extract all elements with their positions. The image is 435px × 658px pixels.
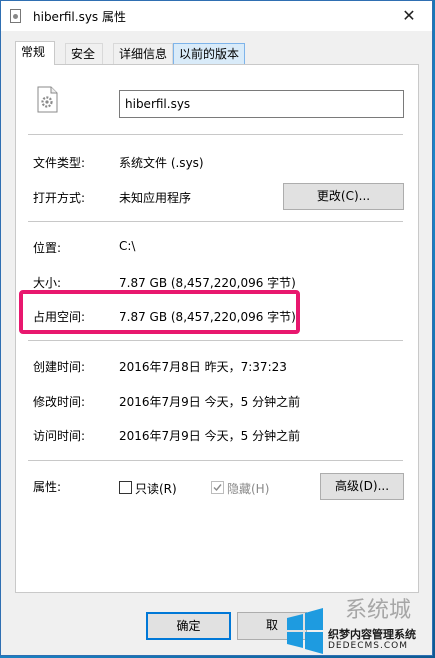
windows-logo-icon	[287, 608, 323, 654]
open-with-label: 打开方式:	[33, 191, 86, 205]
file-name-field[interactable]: hiberfil.sys	[119, 90, 404, 118]
file-type-label: 文件类型:	[33, 156, 86, 170]
readonly-checkbox[interactable]	[119, 481, 132, 494]
accessed-label: 访问时间:	[33, 429, 86, 443]
tab-bar: 常规 安全 详细信息 以前的版本	[15, 41, 415, 65]
attributes-label: 属性:	[33, 480, 62, 494]
tab-details[interactable]: 详细信息	[113, 43, 173, 64]
hidden-checkbox[interactable]	[211, 481, 224, 494]
divider	[28, 221, 403, 222]
highlight-frame	[19, 290, 300, 334]
watermark: 系统城 织梦内容管理系统 DEDECMS.COM	[283, 590, 435, 658]
hidden-label[interactable]: 隐藏(H)	[227, 480, 269, 497]
close-icon[interactable]: ✕	[386, 1, 432, 31]
system-file-icon	[37, 86, 58, 113]
divider	[28, 134, 403, 135]
window-title: hiberfil.sys 属性	[33, 10, 127, 24]
change-button[interactable]: 更改(C)...	[283, 183, 404, 210]
created-value: 2016年7月8日 昨天，7:37:23	[119, 360, 287, 374]
title-bar[interactable]: hiberfil.sys 属性 ✕	[1, 1, 432, 31]
tab-general[interactable]: 常规	[15, 41, 55, 65]
divider	[28, 340, 403, 341]
location-value: C:\	[119, 239, 136, 253]
modified-label: 修改时间:	[33, 395, 86, 409]
file-type-value: 系统文件 (.sys)	[119, 156, 204, 170]
watermark-site-name: 系统城	[345, 598, 412, 623]
watermark-title: 织梦内容管理系统	[328, 628, 416, 641]
size-label: 大小:	[33, 276, 62, 290]
tab-security[interactable]: 安全	[65, 43, 103, 64]
properties-dialog: hiberfil.sys 属性 ✕ 常规 安全 详细信息 以前的版本 hiber…	[0, 0, 433, 656]
open-with-value: 未知应用程序	[119, 191, 192, 205]
created-label: 创建时间:	[33, 360, 86, 374]
checkmark-icon	[213, 484, 222, 492]
location-label: 位置:	[33, 241, 62, 255]
size-value: 7.87 GB (8,457,220,096 字节)	[119, 276, 296, 290]
divider	[28, 460, 403, 461]
ok-button[interactable]: 确定	[146, 612, 231, 640]
advanced-button[interactable]: 高级(D)...	[320, 473, 404, 500]
watermark-domain: DEDECMS.COM	[328, 641, 408, 651]
readonly-label[interactable]: 只读(R)	[135, 480, 177, 497]
accessed-value: 2016年7月9日 今天，5 分钟之前	[119, 429, 301, 443]
modified-value: 2016年7月9日 今天，5 分钟之前	[119, 395, 301, 409]
tab-previous-versions[interactable]: 以前的版本	[173, 43, 245, 64]
file-icon	[10, 9, 21, 23]
